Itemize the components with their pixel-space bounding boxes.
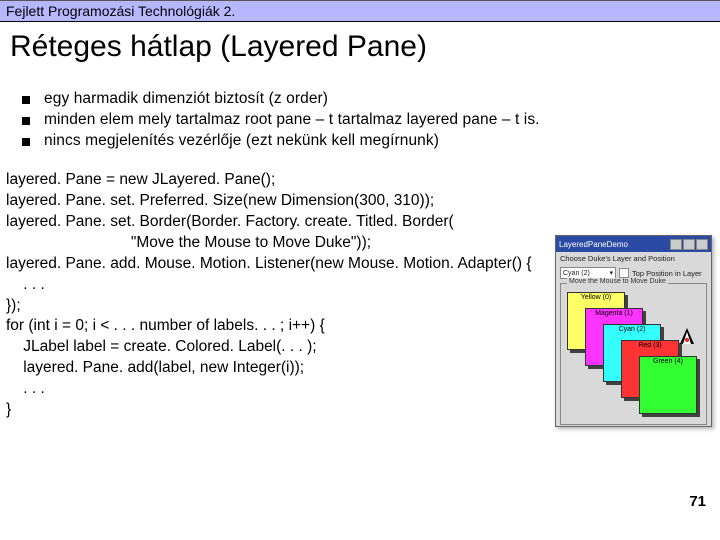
slide-header: Fejlett Programozási Technológiák 2. xyxy=(0,0,720,22)
close-icon[interactable] xyxy=(696,239,708,250)
bullet-item: egy harmadik dimenziót biztosít (z order… xyxy=(22,90,720,108)
maximize-icon[interactable] xyxy=(683,239,695,250)
demo-row-label: Choose Duke's Layer and Position xyxy=(556,252,711,265)
bullet-list: egy harmadik dimenziót biztosít (z order… xyxy=(22,90,720,150)
demo-window: LayeredPaneDemo Choose Duke's Layer and … xyxy=(555,235,712,427)
stage-border-title: Move the Mouse to Move Duke xyxy=(567,278,668,285)
bullet-text: minden elem mely tartalmaz root pane – t… xyxy=(44,111,540,129)
page-number: 71 xyxy=(689,493,706,510)
minimize-icon[interactable] xyxy=(670,239,682,250)
checkbox-label: Top Position in Layer xyxy=(632,269,702,278)
code-line: "Move the Mouse to Move Duke")); xyxy=(6,234,371,251)
window-buttons xyxy=(670,239,708,250)
top-position-checkbox[interactable]: Top Position in Layer xyxy=(619,268,702,278)
demo-stage: Move the Mouse to Move Duke Yellow (0) M… xyxy=(560,283,707,425)
code-line: JLabel label = create. Colored. Label(. … xyxy=(6,338,317,355)
bullet-text: nincs megjelenítés vezérlője (ezt nekünk… xyxy=(44,132,439,150)
layer-select-value: Cyan (2) xyxy=(563,270,590,277)
code-line: layered. Pane. add. Mouse. Motion. Liste… xyxy=(6,255,532,272)
demo-window-title: LayeredPaneDemo xyxy=(559,240,628,249)
duke-icon xyxy=(677,326,697,346)
bullet-square-icon xyxy=(22,117,30,125)
code-line: for (int i = 0; i < . . . number of labe… xyxy=(6,317,325,334)
chevron-down-icon: ▾ xyxy=(609,269,613,277)
header-text: Fejlett Programozási Technológiák 2. xyxy=(6,3,235,19)
bullet-item: minden elem mely tartalmaz root pane – t… xyxy=(22,111,720,129)
code-line: . . . xyxy=(6,380,45,397)
code-line: layered. Pane. set. Border(Border. Facto… xyxy=(6,213,454,230)
code-line: layered. Pane. add(label, new Integer(i)… xyxy=(6,359,304,376)
code-line: . . . xyxy=(6,276,45,293)
bullet-square-icon xyxy=(22,138,30,146)
checkbox-box-icon xyxy=(619,268,629,278)
code-line: }); xyxy=(6,297,21,314)
bullet-text: egy harmadik dimenziót biztosít (z order… xyxy=(44,90,328,108)
slide-title: Réteges hátlap (Layered Pane) xyxy=(10,30,710,64)
demo-titlebar: LayeredPaneDemo xyxy=(556,236,711,252)
code-line: layered. Pane. set. Preferred. Size(new … xyxy=(6,192,434,209)
layer-square-green: Green (4) xyxy=(639,356,697,414)
bullet-item: nincs megjelenítés vezérlője (ezt nekünk… xyxy=(22,132,720,150)
bullet-square-icon xyxy=(22,96,30,104)
code-line: } xyxy=(6,401,11,418)
code-line: layered. Pane = new JLayered. Pane(); xyxy=(6,171,275,188)
